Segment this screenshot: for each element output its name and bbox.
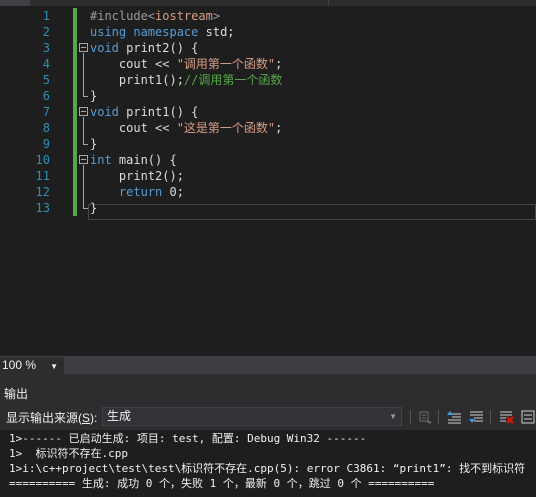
toggle-word-wrap-icon[interactable] — [520, 409, 536, 425]
code-line[interactable]: print2(); — [90, 168, 184, 184]
output-text-area[interactable]: 1>------ 已启动生成: 项目: test, 配置: Debug Win3… — [0, 430, 536, 497]
code-token: print1(); — [90, 73, 184, 87]
line-number-gutter: 1 2 3 4 5 6 7 8 9 10 11 12 13 — [16, 6, 72, 354]
code-line[interactable]: using namespace std; — [90, 24, 235, 40]
line-number: 4 — [42, 57, 50, 71]
zoom-level: 100 % — [2, 358, 37, 372]
code-line[interactable]: void print1() { — [90, 104, 198, 120]
code-token: > — [212, 9, 221, 23]
line-number: 9 — [42, 137, 50, 151]
fold-guide — [83, 117, 84, 144]
code-token: } — [90, 201, 98, 215]
code-line[interactable]: #include<iostream> — [90, 8, 220, 24]
code-token: using — [90, 25, 127, 39]
panel-splitter[interactable] — [0, 374, 536, 384]
code-token: int — [90, 153, 112, 167]
toolbar-separator — [410, 410, 411, 424]
clear-all-icon[interactable] — [498, 409, 514, 425]
chevron-down-icon: ▼ — [389, 412, 397, 421]
current-line-highlight — [88, 204, 536, 220]
fold-toggle-print2[interactable] — [79, 43, 88, 52]
output-line[interactable]: 1>------ 已启动生成: 项目: test, 配置: Debug Win3… — [9, 431, 366, 446]
editor-bottom-bar: 100 % ▼ — [0, 356, 536, 374]
output-line[interactable]: 1>i:\c++project\test\test\标识符不存在.cpp(5):… — [9, 461, 525, 476]
line-number: 8 — [42, 121, 50, 135]
line-number: 1 — [42, 9, 50, 23]
fold-end — [83, 144, 88, 145]
output-panel-title: 输出 — [0, 384, 536, 404]
code-token: ; — [275, 57, 283, 71]
code-line[interactable]: int main() { — [90, 152, 177, 168]
line-number: 13 — [35, 201, 50, 215]
code-token: #include< — [90, 9, 156, 23]
code-token: void — [90, 41, 119, 55]
indicator-margin — [0, 6, 16, 354]
change-tracking-bar — [73, 8, 77, 216]
code-line[interactable]: } — [90, 136, 97, 152]
fold-end — [83, 96, 88, 97]
code-line[interactable]: void print2() { — [90, 40, 198, 56]
code-token: } — [90, 89, 98, 103]
code-token: ; — [275, 121, 283, 135]
chevron-down-icon: ▼ — [50, 362, 58, 371]
code-token: namespace — [133, 25, 199, 39]
code-token: 0; — [162, 185, 184, 199]
code-token: } — [90, 137, 98, 151]
output-source-value: 生成 — [107, 409, 132, 423]
code-token: //调用第一个函数 — [183, 73, 283, 87]
go-to-next-message-icon[interactable] — [468, 409, 484, 425]
code-token: void — [90, 105, 119, 119]
line-number: 11 — [35, 169, 50, 183]
code-token: print2(); — [90, 169, 184, 183]
output-line[interactable]: 1> 标识符不存在.cpp — [9, 446, 128, 461]
zoom-dropdown[interactable]: 100 % ▼ — [0, 357, 62, 374]
output-toolbar: 显示输出来源(S): 生成 ▼ — [0, 404, 536, 430]
code-line[interactable]: cout << "这是第一个函数"; — [90, 120, 283, 136]
toolbar-separator — [490, 410, 491, 424]
line-number: 10 — [35, 153, 50, 167]
fold-guide — [83, 165, 84, 208]
code-token: std; — [198, 25, 235, 39]
code-line[interactable]: cout << "调用第一个函数"; — [90, 56, 283, 72]
code-token: "调用第一个函数" — [176, 57, 276, 71]
line-number: 12 — [35, 185, 50, 199]
code-line[interactable]: return 0; — [90, 184, 184, 200]
line-number: 6 — [42, 89, 50, 103]
code-token: iostream — [155, 9, 213, 23]
output-source-label: 显示输出来源(S): — [6, 411, 98, 425]
line-number: 2 — [42, 25, 50, 39]
code-line[interactable]: print1();//调用第一个函数 — [90, 72, 282, 88]
fold-toggle-main[interactable] — [79, 155, 88, 164]
code-line[interactable]: } — [90, 200, 97, 216]
line-number: 5 — [42, 73, 50, 87]
code-token: cout << — [90, 57, 177, 71]
code-token: cout << — [90, 121, 177, 135]
code-token: "这是第一个函数" — [176, 121, 276, 135]
line-number: 7 — [42, 105, 50, 119]
go-to-previous-message-icon[interactable] — [446, 409, 462, 425]
code-token: return — [118, 185, 163, 199]
fold-guide — [83, 53, 84, 96]
line-number: 3 — [42, 41, 50, 55]
output-line[interactable]: ========== 生成: 成功 0 个，失败 1 个，最新 0 个，跳过 0… — [9, 476, 434, 491]
horizontal-scrollbar[interactable] — [64, 357, 536, 374]
toolbar-separator — [438, 410, 439, 424]
code-line[interactable]: } — [90, 88, 97, 104]
find-message-in-code-icon[interactable] — [417, 409, 433, 425]
code-token: print2() { — [118, 41, 199, 55]
fold-toggle-print1[interactable] — [79, 107, 88, 116]
code-token: main() { — [111, 153, 177, 167]
code-token: print1() { — [118, 105, 199, 119]
code-editor[interactable]: 1 2 3 4 5 6 7 8 9 10 11 12 13 #include<iostream> usin… — [0, 6, 536, 354]
output-source-select[interactable]: 生成 ▼ — [102, 407, 402, 426]
